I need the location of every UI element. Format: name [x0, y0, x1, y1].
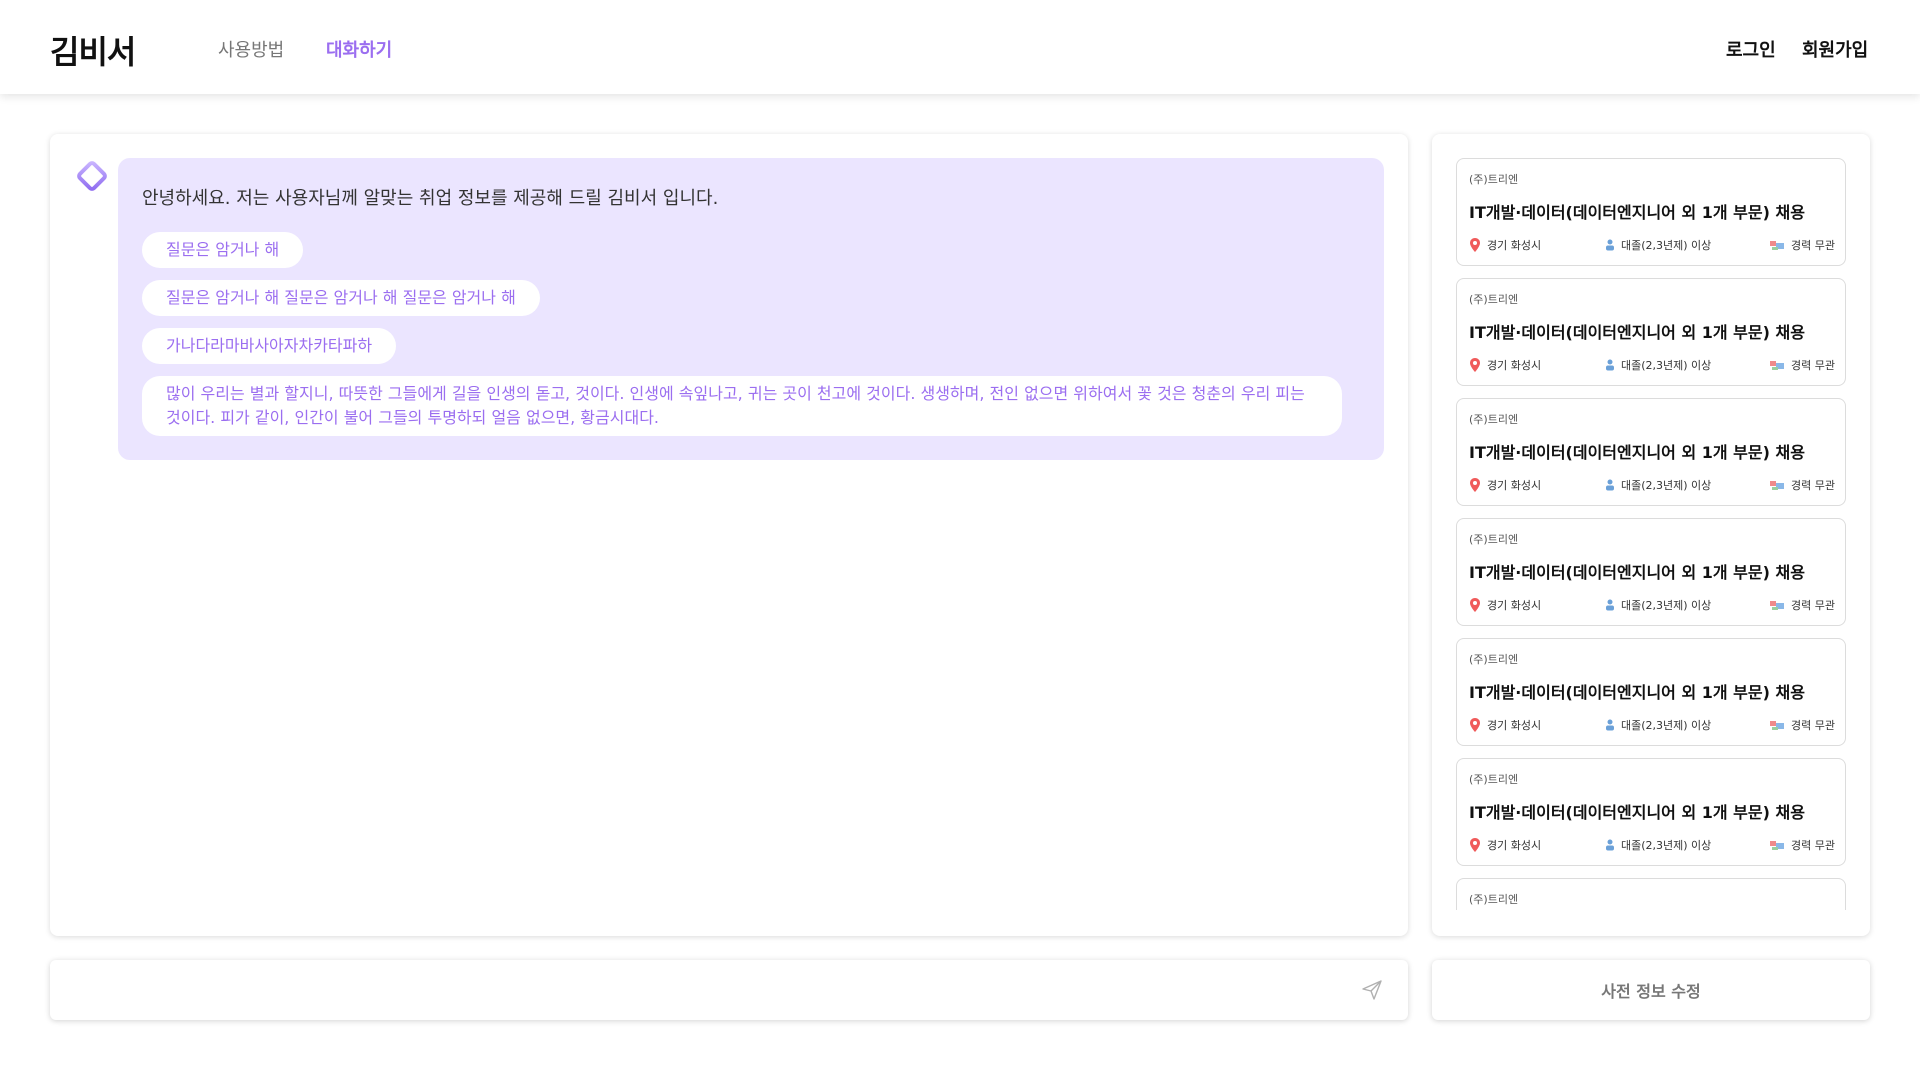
suggestion-chip[interactable]: 가나다라마바사아자차카타파하 [142, 328, 397, 364]
job-location-text: 경기 화성시 [1487, 479, 1542, 492]
career-icon [1770, 721, 1785, 730]
job-location: 경기 화성시 [1469, 357, 1541, 373]
job-location: 경기 화성시 [1469, 837, 1541, 853]
job-experience-text: 경력 무관 [1791, 239, 1835, 252]
job-education: 대졸(2,3년제) 이상 [1605, 477, 1711, 493]
person-icon [1606, 479, 1614, 491]
job-experience: 경력 무관 [1769, 477, 1835, 493]
job-experience: 경력 무관 [1769, 597, 1835, 613]
job-education-text: 대졸(2,3년제) 이상 [1621, 479, 1712, 492]
career-icon [1770, 601, 1785, 610]
company-name: (주)트리엔 [1469, 293, 1519, 306]
company-name: (주)트리엔 [1469, 653, 1519, 666]
job-card[interactable]: (주)트리엔 IT개발·데이터(데이터엔지니어 외 1개 부문) 채용경기 화성시… [1456, 278, 1846, 386]
job-education: 대졸(2,3년제) 이상 [1605, 237, 1711, 253]
job-education-text: 대졸(2,3년제) 이상 [1621, 239, 1712, 252]
job-card[interactable]: (주)트리엔 IT개발·데이터(데이터엔지니어 외 1개 부문) 채용경기 화성시… [1456, 158, 1846, 266]
nav-chat-link[interactable]: 대화하기 [326, 36, 392, 62]
person-icon [1606, 359, 1614, 371]
job-title: IT개발·데이터(데이터엔지니어 외 1개 부문) 채용 [1469, 803, 1805, 822]
job-experience-text: 경력 무관 [1791, 839, 1835, 852]
job-card[interactable]: (주)트리엔 IT개발·데이터(데이터엔지니어 외 1개 부문) 채용경기 화성시… [1456, 638, 1846, 746]
job-location-text: 경기 화성시 [1487, 359, 1542, 372]
logo[interactable]: 김비서 [50, 27, 136, 73]
job-location: 경기 화성시 [1469, 717, 1541, 733]
job-education: 대졸(2,3년제) 이상 [1605, 717, 1711, 733]
company-name: (주)트리엔 [1469, 773, 1519, 786]
job-experience: 경력 무관 [1769, 357, 1835, 373]
chat-input[interactable] [70, 970, 1330, 1010]
person-icon [1606, 719, 1614, 731]
job-experience-text: 경력 무관 [1791, 359, 1835, 372]
send-icon[interactable] [1360, 978, 1384, 1002]
job-education: 대졸(2,3년제) 이상 [1605, 837, 1711, 853]
career-icon [1770, 241, 1785, 250]
job-card[interactable]: (주)트리엔 IT개발·데이터(데이터엔지니어 외 1개 부문) 채용경기 화성시… [1456, 758, 1846, 866]
company-name: (주)트리엔 [1469, 173, 1519, 186]
job-location-text: 경기 화성시 [1487, 719, 1542, 732]
person-icon [1606, 839, 1614, 851]
job-location-text: 경기 화성시 [1487, 239, 1542, 252]
career-icon [1770, 481, 1785, 490]
job-location-text: 경기 화성시 [1487, 839, 1542, 852]
job-card[interactable]: (주)트리엔 IT개발·데이터(데이터엔지니어 외 1개 부문) 채용경기 화성시… [1456, 518, 1846, 626]
job-experience: 경력 무관 [1769, 837, 1835, 853]
job-experience-text: 경력 무관 [1791, 599, 1835, 612]
chat-input-bar [50, 960, 1408, 1020]
job-title: IT개발·데이터(데이터엔지니어 외 1개 부문) 채용 [1469, 683, 1805, 702]
bot-greeting-text: 안녕하세요. 저는 사용자님께 알맞는 취업 정보를 제공해 드릴 김비서 입니… [142, 188, 719, 209]
top-navbar: 김비서 사용방법 대화하기 로그인 회원가입 [0, 0, 1920, 94]
location-pin-icon [1470, 718, 1480, 732]
job-location: 경기 화성시 [1469, 237, 1541, 253]
job-education: 대졸(2,3년제) 이상 [1605, 597, 1711, 613]
job-title: IT개발·데이터(데이터엔지니어 외 1개 부문) 채용 [1469, 563, 1805, 582]
job-education-text: 대졸(2,3년제) 이상 [1621, 719, 1712, 732]
job-education-text: 대졸(2,3년제) 이상 [1621, 359, 1712, 372]
job-card[interactable]: (주)트리엔 IT개발·데이터(데이터엔지니어 외 1개 부문) 채용경기 화성시… [1456, 398, 1846, 506]
login-link[interactable]: 로그인 [1726, 36, 1776, 62]
job-experience: 경력 무관 [1769, 237, 1835, 253]
job-location-text: 경기 화성시 [1487, 599, 1542, 612]
bot-message-bubble: 안녕하세요. 저는 사용자님께 알맞는 취업 정보를 제공해 드릴 김비서 입니… [118, 158, 1384, 460]
job-education-text: 대졸(2,3년제) 이상 [1621, 599, 1712, 612]
job-education: 대졸(2,3년제) 이상 [1605, 357, 1711, 373]
job-experience-text: 경력 무관 [1791, 479, 1835, 492]
company-name: (주)트리엔 [1469, 413, 1519, 426]
suggestion-chip[interactable]: 많이 우리는 별과 할지니, 따뜻한 그들에게 길을 인생의 돋고, 것이다. … [142, 376, 1342, 436]
job-list-panel: (주)트리엔 IT개발·데이터(데이터엔지니어 외 1개 부문) 채용 경기 화성시… [1432, 134, 1870, 936]
bot-avatar-icon [77, 161, 107, 191]
job-title: IT개발·데이터(데이터엔지니어 외 1개 부문) 채용 [1469, 443, 1805, 462]
suggestion-chip[interactable]: 질문은 암거나 해 [142, 232, 304, 268]
job-experience-text: 경력 무관 [1791, 719, 1835, 732]
job-title: IT개발·데이터(데이터엔지니어 외 1개 부문) 채용 [1469, 203, 1805, 222]
signup-link[interactable]: 회원가입 [1802, 36, 1868, 62]
person-icon [1606, 599, 1614, 611]
job-title: IT개발·데이터(데이터엔지니어 외 1개 부문) 채용 [1469, 323, 1805, 342]
job-experience: 경력 무관 [1769, 717, 1835, 733]
company-name: (주)트리엔 [1469, 533, 1519, 546]
job-location: 경기 화성시 [1469, 477, 1541, 493]
suggestion-chip[interactable]: 질문은 암거나 해 질문은 암거나 해 질문은 암거나 해 [142, 280, 540, 316]
chat-panel: 안녕하세요. 저는 사용자님께 알맞는 취업 정보를 제공해 드릴 김비서 입니… [50, 134, 1408, 936]
job-card[interactable]: (주)트리엔IT개발·데이터(데이터엔지니어 외 1개 부문) 채용경기 화성시… [1456, 878, 1846, 910]
job-list[interactable]: (주)트리엔 IT개발·데이터(데이터엔지니어 외 1개 부문) 채용 경기 화성시… [1456, 158, 1846, 910]
nav-guide-link[interactable]: 사용방법 [218, 36, 284, 62]
company-name: (주)트리엔 [1469, 893, 1519, 906]
job-location: 경기 화성시 [1469, 597, 1541, 613]
edit-profile-button[interactable]: 사전 정보 수정 [1432, 960, 1870, 1020]
person-icon [1606, 239, 1614, 251]
location-pin-icon [1470, 598, 1480, 612]
job-education-text: 대졸(2,3년제) 이상 [1621, 839, 1712, 852]
career-icon [1770, 361, 1785, 370]
career-icon [1770, 841, 1785, 850]
location-pin-icon [1470, 238, 1480, 252]
location-pin-icon [1470, 478, 1480, 492]
location-pin-icon [1470, 358, 1480, 372]
location-pin-icon [1470, 838, 1480, 852]
